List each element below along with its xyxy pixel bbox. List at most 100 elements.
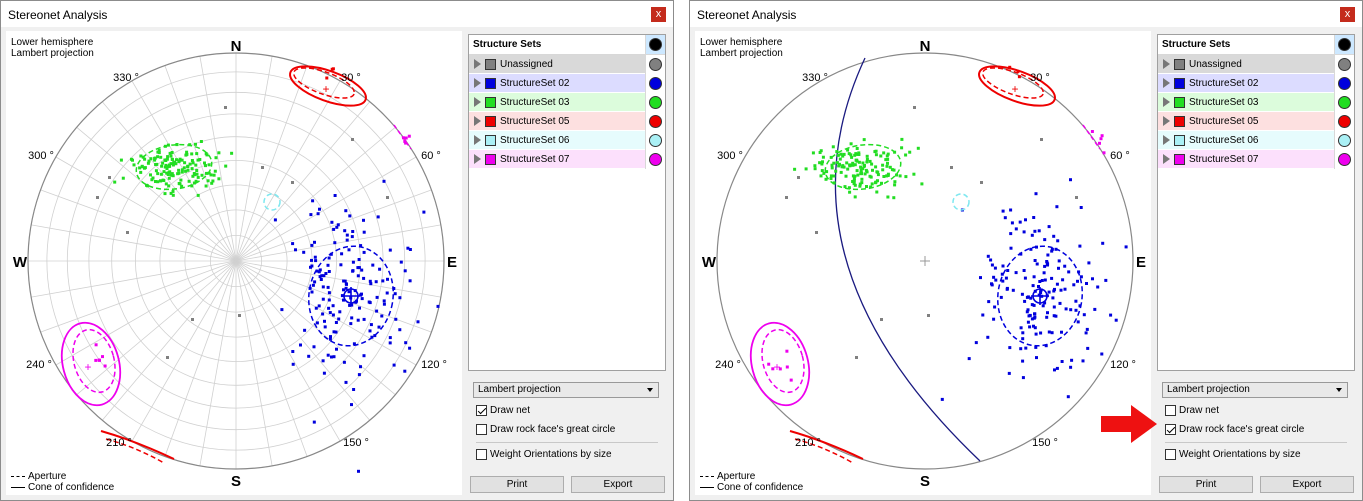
structure-row[interactable]: StructureSet 05 [469,111,665,131]
structure-row[interactable]: StructureSet 06 [1158,130,1354,150]
weight-checkbox[interactable]: Weight Orientations by size [476,449,612,460]
draw-rock-checkbox[interactable]: Draw rock face's great circle [476,424,615,435]
pole-point [310,243,314,247]
pole-point [1038,280,1042,283]
structure-row[interactable]: Unassigned [469,54,665,74]
structure-row[interactable]: StructureSet 03 [1158,92,1354,112]
structure-color-cell[interactable] [1334,92,1354,112]
pole-point [1093,307,1097,311]
pole-point [166,155,170,159]
expand-arrow-icon[interactable] [474,135,481,145]
pole-point [351,269,355,273]
pole-point [1057,266,1060,270]
expand-arrow-icon[interactable] [1163,97,1170,107]
pole-point [1079,206,1083,209]
structure-row[interactable]: StructureSet 02 [469,73,665,93]
close-button[interactable]: x [1340,7,1355,22]
weight-checkbox[interactable]: Weight Orientations by size [1165,449,1301,460]
export-button[interactable]: Export [1260,476,1354,493]
pole-point [350,316,354,320]
pole-point [1050,276,1054,280]
structure-row[interactable]: StructureSet 07 [469,149,665,169]
expand-arrow-icon[interactable] [1163,116,1170,126]
pole-point [403,369,407,373]
structure-color-cell[interactable] [1334,130,1354,150]
structure-color-cell[interactable] [645,73,665,93]
expand-arrow-icon[interactable] [474,59,481,69]
projection-select[interactable]: Lambert projection [473,382,659,398]
pole-point [318,207,321,211]
structure-row[interactable]: StructureSet 05 [1158,111,1354,131]
pole-point [230,151,234,155]
structure-color-cell[interactable] [645,92,665,112]
expand-arrow-icon[interactable] [1163,135,1170,145]
east-label: E [447,254,457,271]
structure-color-cell[interactable] [1334,111,1354,131]
print-button[interactable]: Print [1159,476,1253,493]
pole-point [332,330,336,334]
expand-arrow-icon[interactable] [474,97,481,107]
export-button[interactable]: Export [571,476,665,493]
pole-point [1031,284,1035,288]
header-color-cell[interactable] [645,35,665,54]
stereonet-plot[interactable]: + + N S E W 330 ° 30 ° 300 ° 60 ° 240 ° 1… [6,31,462,495]
pole-point [321,297,325,301]
south-label: S [920,473,930,490]
structure-color-cell[interactable] [645,149,665,169]
structure-row[interactable]: StructureSet 02 [1158,73,1354,93]
chevron-down-icon [647,388,653,392]
color-dot-icon [1338,152,1351,166]
pole-point [855,169,859,173]
cone-ellipse [263,193,281,211]
center-cross [920,256,930,266]
projection-select[interactable]: Lambert projection [1162,382,1348,398]
expand-arrow-icon[interactable] [1163,78,1170,88]
draw-rock-checkbox[interactable]: Draw rock face's great circle [1165,424,1304,435]
pole-point [166,356,169,359]
expand-arrow-icon[interactable] [474,154,481,164]
pole-point [334,321,338,324]
expand-arrow-icon[interactable] [474,116,481,126]
stereonet-grid [27,52,445,470]
close-button[interactable]: x [651,7,666,22]
pole-point [1043,278,1047,282]
structure-color-cell[interactable] [645,54,665,74]
pole-point [312,345,316,349]
print-button[interactable]: Print [470,476,564,493]
stereonet-plot[interactable]: + + N S E W 330 ° 30 ° 300 ° 60 ° 240 ° 1… [695,31,1151,495]
structure-sets-title: Structure Sets [1162,39,1231,50]
structure-color-cell[interactable] [645,111,665,131]
structure-color-cell[interactable] [1334,149,1354,169]
structure-color-cell[interactable] [1334,54,1354,74]
pole-point [1084,331,1088,335]
expand-arrow-icon[interactable] [1163,59,1170,69]
structure-name: StructureSet 02 [1189,77,1259,89]
structure-color-cell[interactable] [1334,73,1354,93]
structure-row[interactable]: StructureSet 06 [469,130,665,150]
pole-point [206,179,210,183]
pole-point [967,357,971,361]
pole-point [797,176,800,179]
structure-sets-header: Structure Sets [469,35,665,55]
pole-point [380,314,384,318]
header-color-cell[interactable] [1334,35,1354,54]
expand-arrow-icon[interactable] [474,78,481,88]
pole-point [388,248,392,252]
pole-point [904,153,908,157]
pole-point [362,230,366,234]
structure-row[interactable]: Unassigned [1158,54,1354,74]
pole-point [327,256,331,260]
pole-point [310,264,314,268]
pole-point [356,318,360,322]
draw-net-checkbox[interactable]: Draw net [476,405,530,416]
pole-point [865,185,868,188]
structure-color-cell[interactable] [645,130,665,150]
pole-point [1024,346,1028,350]
structure-row[interactable]: StructureSet 03 [469,92,665,112]
pole-point [836,153,840,157]
pole-point [893,180,897,184]
pole-point [1085,327,1089,331]
expand-arrow-icon[interactable] [1163,154,1170,164]
structure-row[interactable]: StructureSet 07 [1158,149,1354,169]
draw-net-checkbox[interactable]: Draw net [1165,405,1219,416]
